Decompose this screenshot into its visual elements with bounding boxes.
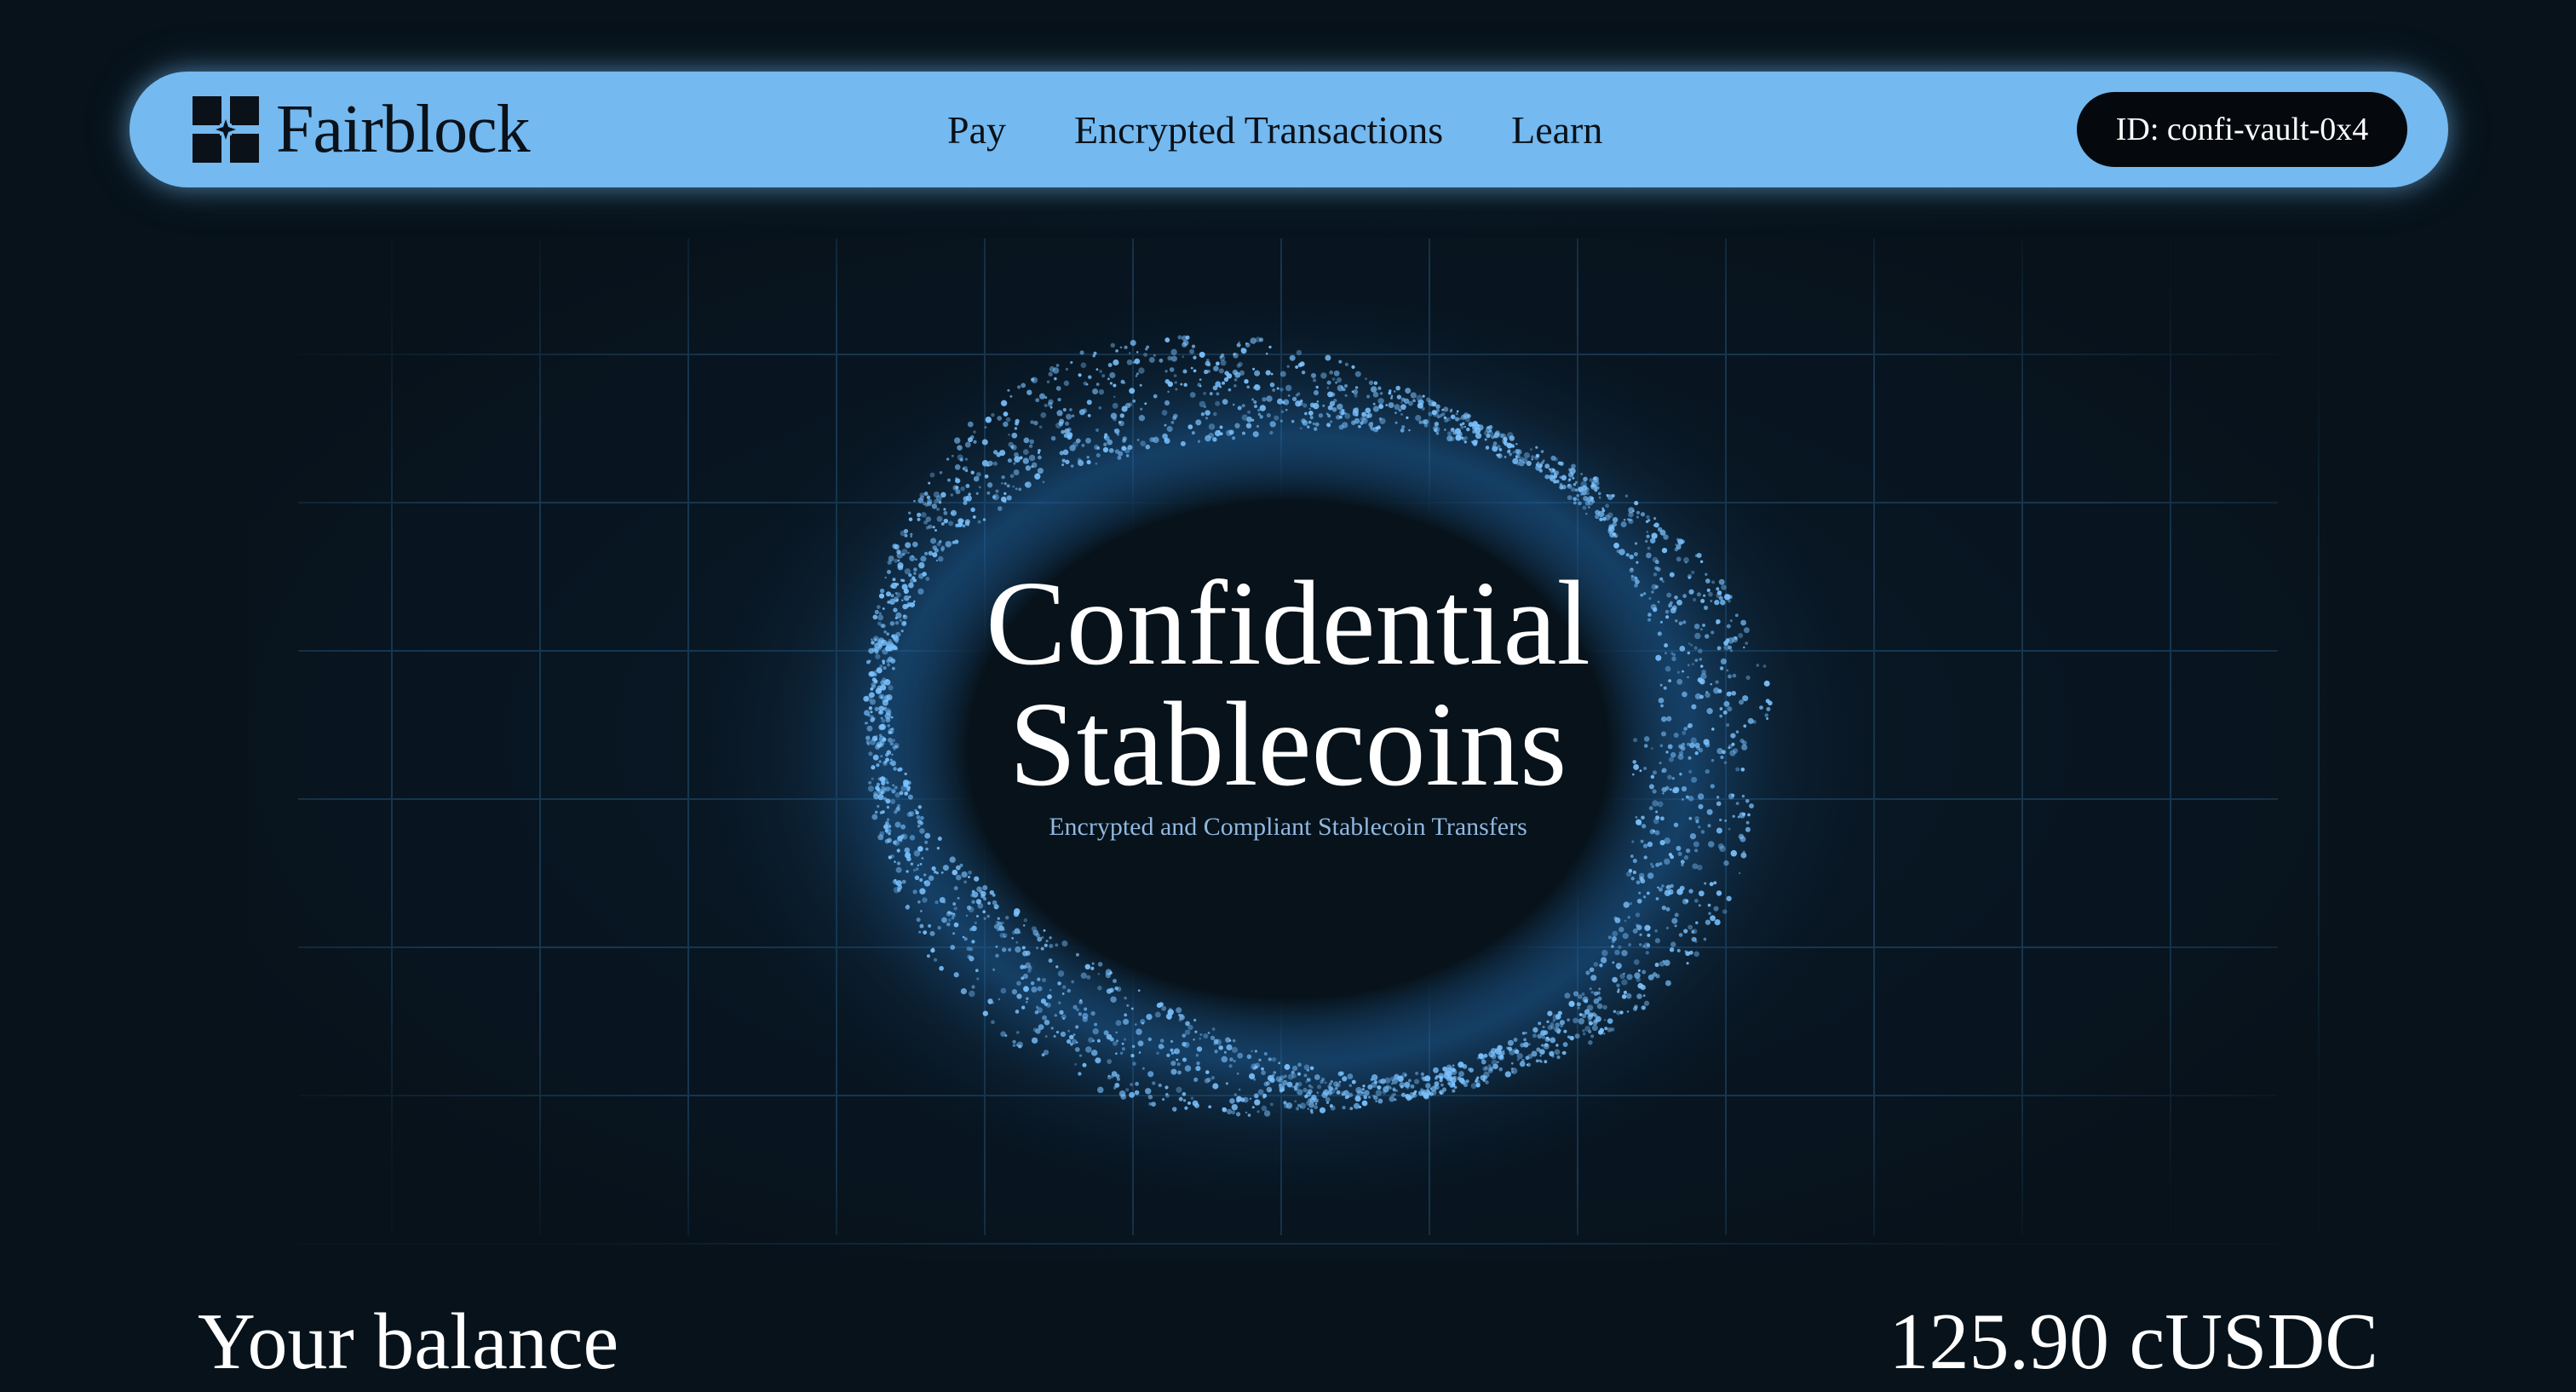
balance-value: 125.90 cUSDC <box>1889 1297 2378 1386</box>
balance-label: Your balance <box>198 1297 619 1386</box>
page: Confidential Stablecoins Encrypted and C… <box>0 0 2576 1392</box>
brand-home-link[interactable]: Fairblock <box>189 92 531 167</box>
nav-pay-link[interactable]: Pay <box>947 107 1006 152</box>
brand-name: Fairblock <box>276 92 531 167</box>
top-navbar: Fairblock Pay Encrypted Transactions Lea… <box>129 72 2448 187</box>
hero-title: Confidential Stablecoins <box>0 562 2576 804</box>
hero-title-line-1: Confidential <box>986 555 1590 690</box>
hero-title-line-2: Stablecoins <box>1009 676 1567 811</box>
nav-learn-link[interactable]: Learn <box>1511 107 1602 152</box>
nav-encrypted-transactions-link[interactable]: Encrypted Transactions <box>1074 107 1443 152</box>
account-id-button[interactable]: ID: confi-vault-0x4 <box>2077 92 2407 167</box>
main-nav: Pay Encrypted Transactions Learn <box>947 72 1602 187</box>
fairblock-logo-icon <box>193 96 259 163</box>
hero-subtitle: Encrypted and Compliant Stablecoin Trans… <box>1049 813 1527 841</box>
